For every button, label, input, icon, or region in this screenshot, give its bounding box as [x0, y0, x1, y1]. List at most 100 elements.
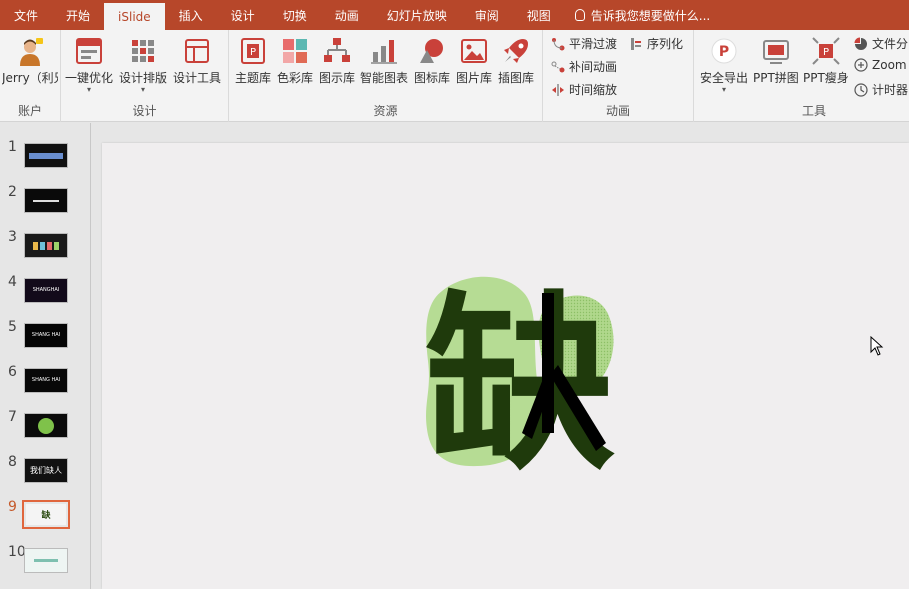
timer-label: 计时器 [872, 83, 909, 97]
tab-home[interactable]: 开始 [52, 0, 104, 30]
tween-icon [551, 61, 565, 72]
chevron-down-icon: ▾ [141, 85, 146, 94]
illustration-library-button[interactable]: 插图库 [498, 36, 534, 86]
tab-transitions[interactable]: 切换 [269, 0, 321, 30]
slide-number: 1 [8, 139, 17, 155]
group-design: 一键优化 ▾ 设计排版 ▾ 设计工具 设计 [61, 30, 229, 122]
menu-bar: 文件 开始 iSlide 插入 设计 切换 动画 幻灯片放映 审阅 视图 告诉我… [0, 0, 909, 30]
tab-animations[interactable]: 动画 [321, 0, 373, 30]
account-button[interactable]: Jerry（利兄… [2, 36, 58, 86]
ppt-slim-button[interactable]: P PPT瘦身 [803, 36, 849, 86]
slide-panel: 1 2 3 4 SHANGHAI 5 SHANG HAI 6 SHANG HAI… [0, 123, 91, 589]
theme-library-icon: P [241, 38, 265, 64]
smart-chart-button[interactable]: 智能图表 [360, 36, 408, 86]
slide-thumbnail-2[interactable] [24, 188, 68, 213]
chevron-down-icon: ▾ [722, 85, 727, 94]
slide-thumbnail-10[interactable] [24, 548, 68, 573]
picture-icon [461, 39, 487, 63]
tab-design[interactable]: 设计 [217, 0, 269, 30]
diagram-library-button[interactable]: 图示库 [319, 36, 355, 86]
grid-layout-icon [132, 40, 154, 62]
smooth-transition-label: 平滑过渡 [569, 37, 618, 51]
tab-slideshow[interactable]: 幻灯片放映 [373, 0, 461, 30]
diagram-icon [324, 38, 350, 62]
ppt-merge-button[interactable]: PPT拼图 [753, 36, 799, 86]
svg-text:P: P [823, 47, 829, 58]
slide-canvas[interactable]: 缺 [102, 143, 909, 589]
slide-thumbnail-7[interactable] [24, 413, 68, 438]
svg-text:P: P [719, 44, 729, 60]
time-scale-button[interactable]: 时间缩放 [551, 81, 617, 98]
safe-export-label: 安全导出 [700, 71, 749, 85]
design-tools-label: 设计工具 [173, 71, 222, 85]
slide-content: 缺 [425, 275, 615, 496]
timer-button[interactable]: 计时器 [854, 81, 908, 98]
smart-chart-label: 智能图表 [360, 71, 409, 85]
time-scale-label: 时间缩放 [569, 83, 618, 97]
tab-review[interactable]: 审阅 [461, 0, 513, 30]
pie-icon [854, 37, 867, 50]
tab-view[interactable]: 视图 [513, 0, 565, 30]
tween-animation-label: 补间动画 [569, 60, 618, 74]
icon-library-button[interactable]: 图标库 [414, 36, 450, 86]
design-tools-icon [185, 39, 209, 63]
lightbulb-icon [574, 9, 585, 21]
icon-library-label: 图标库 [414, 71, 451, 85]
svg-text:P: P [250, 47, 256, 58]
tab-file[interactable]: 文件 [0, 0, 52, 30]
slide-thumbnail-5[interactable]: SHANG HAI [24, 323, 68, 348]
ppt-merge-label: PPT拼图 [753, 71, 799, 85]
slide-thumbnail-9-text: 缺 [41, 511, 51, 521]
tell-me-search[interactable]: 告诉我您想要做什么... [565, 0, 710, 30]
zoom-button[interactable]: Zoom [854, 58, 907, 72]
design-tools-button[interactable]: 设计工具 [173, 36, 221, 86]
theme-library-button[interactable]: P 主题库 [235, 36, 271, 86]
clock-icon [854, 82, 868, 97]
group-label-tools: 工具 [801, 104, 826, 118]
slide-thumbnail-8[interactable]: 我们缺人 [24, 458, 68, 483]
account-user-label: Jerry（利兄… [2, 71, 58, 85]
sequence-button[interactable]: 序列化 [629, 35, 683, 52]
picture-library-button[interactable]: 图片库 [456, 36, 492, 86]
sequence-label: 序列化 [647, 37, 684, 51]
one-click-optimize-button[interactable]: 一键优化 ▾ [65, 36, 113, 94]
tween-animation-button[interactable]: 补间动画 [551, 58, 617, 75]
slide-thumbnail-4[interactable]: SHANGHAI [24, 278, 68, 303]
group-label-account: 账户 [17, 104, 42, 118]
theme-library-label: 主题库 [235, 71, 272, 85]
ribbon: Jerry（利兄… 账户 一键优化 ▾ 设计排版 ▾ [0, 30, 909, 122]
tab-islide[interactable]: iSlide [104, 3, 165, 30]
illustration-library-label: 插图库 [498, 71, 535, 85]
group-animation: 平滑过渡 序列化 补间动画 时间缩放 动画 [543, 30, 694, 122]
group-label-design: 设计 [132, 104, 157, 118]
ppt-merge-icon [762, 40, 789, 64]
slide-thumbnail-9[interactable]: 缺 [22, 500, 70, 529]
ppt-slim-label: PPT瘦身 [803, 71, 849, 85]
color-library-button[interactable]: 色彩库 [277, 36, 313, 86]
safe-export-button[interactable]: P 安全导出 ▾ [700, 36, 748, 94]
icon-library-icon [420, 39, 443, 63]
sequence-icon [631, 37, 641, 50]
slide-number: 6 [8, 364, 17, 380]
glyph-black-vertical-stroke [542, 293, 554, 433]
tab-insert[interactable]: 插入 [165, 0, 217, 30]
chevron-down-icon: ▾ [87, 85, 92, 94]
bar-chart-icon [371, 40, 397, 64]
tell-me-text: 告诉我您想要做什么... [590, 8, 711, 23]
smooth-transition-button[interactable]: 平滑过渡 [551, 35, 617, 52]
group-resources: P 主题库 色彩库 图示库 智能图表 图标库 图片库 插图库 资源 [229, 30, 543, 122]
group-account: Jerry（利兄… 账户 [0, 30, 61, 122]
slide-number: 5 [8, 319, 17, 335]
slide-thumbnail-3[interactable] [24, 233, 68, 258]
color-library-label: 色彩库 [277, 71, 314, 85]
slide-thumbnail-1[interactable] [24, 143, 68, 168]
group-label-animation: 动画 [605, 104, 630, 118]
picture-library-label: 图片库 [456, 71, 493, 85]
time-scale-icon [552, 83, 564, 96]
diagram-library-label: 图示库 [319, 71, 356, 85]
slide-thumbnail-6[interactable]: SHANG HAI [24, 368, 68, 393]
file-split-button[interactable]: 文件分 [854, 35, 908, 52]
design-layout-label: 设计排版 [119, 71, 168, 85]
design-layout-button[interactable]: 设计排版 ▾ [119, 36, 167, 94]
slide-number: 2 [8, 184, 17, 200]
